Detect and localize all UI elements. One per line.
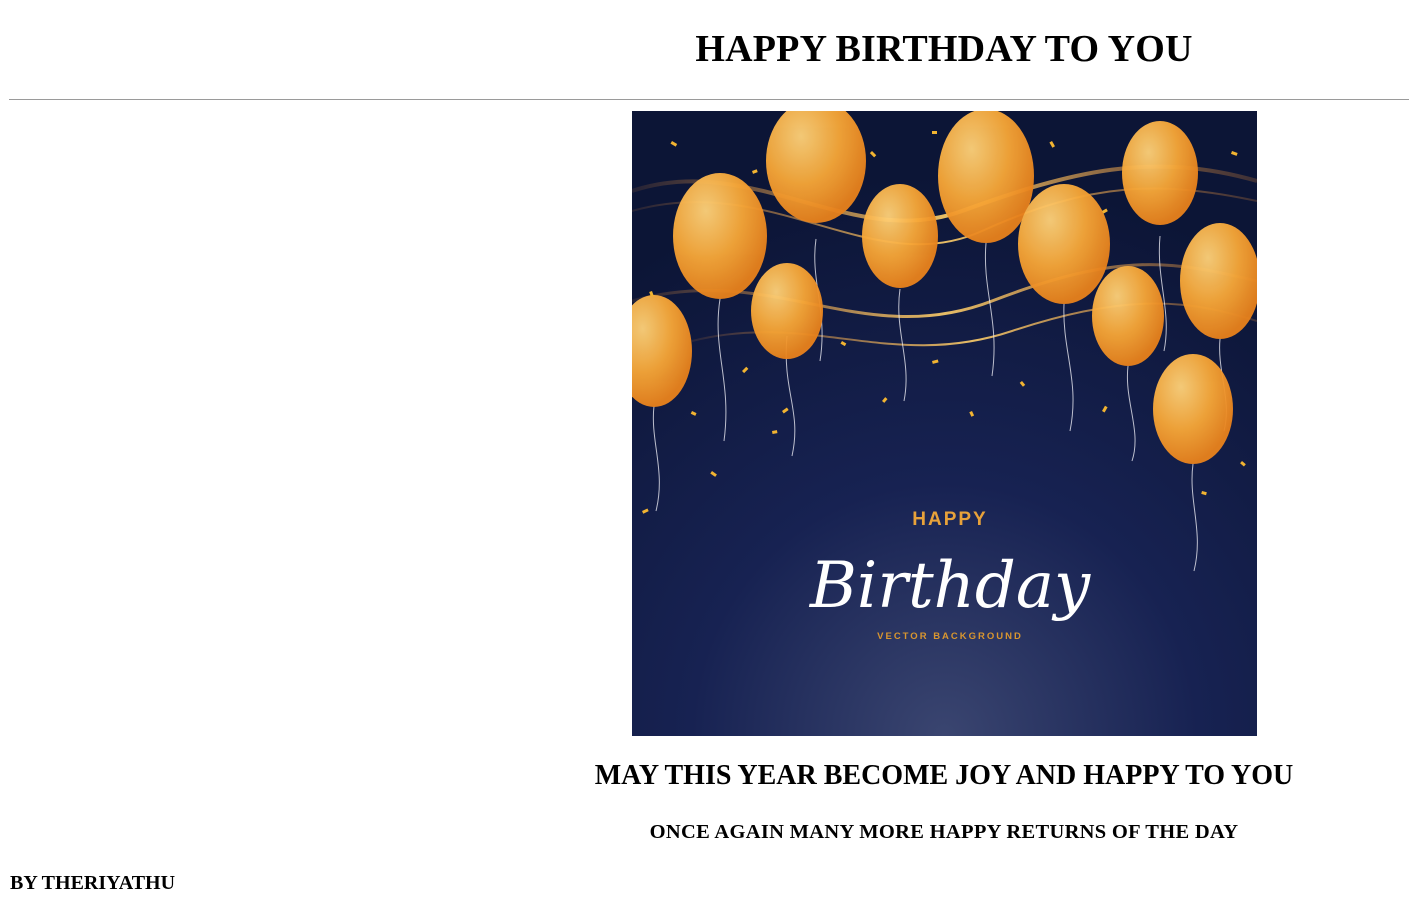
author-byline: BY THERIYATHU xyxy=(10,872,176,894)
birthday-message: MAY THIS YEAR BECOME JOY AND HAPPY TO YO… xyxy=(594,760,1294,791)
birthday-card-image: HAPPY Birthday VECTOR BACKGROUND xyxy=(632,111,1257,736)
card-birthday-script-text: Birthday xyxy=(809,549,1091,623)
card-happy-text: HAPPY xyxy=(912,509,987,530)
page-title: HAPPY BIRTHDAY TO YOU xyxy=(695,28,1193,70)
birthday-submessage: ONCE AGAIN MANY MORE HAPPY RETURNS OF TH… xyxy=(649,821,1239,843)
card-caption-text: VECTOR BACKGROUND xyxy=(877,631,1023,642)
horizontal-rule xyxy=(9,99,1409,100)
